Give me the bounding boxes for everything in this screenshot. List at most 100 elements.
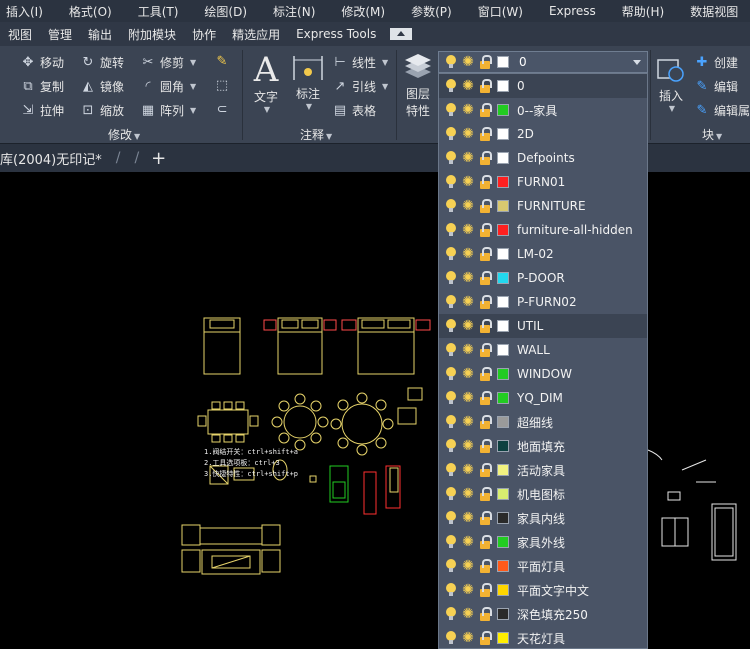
layer-row[interactable]: ✺ furniture-all-hidden — [439, 218, 647, 242]
color-swatch[interactable] — [497, 128, 509, 140]
layer-row[interactable]: ✺ YQ_DIM — [439, 386, 647, 410]
color-swatch[interactable] — [497, 224, 509, 236]
menu-item[interactable]: 格式(O) — [63, 3, 112, 20]
scale-button[interactable]: ⊡ 缩放 — [80, 102, 124, 119]
color-swatch[interactable] — [497, 512, 509, 524]
light-bulb-icon[interactable] — [445, 535, 457, 549]
light-bulb-icon[interactable] — [445, 415, 457, 429]
menu-item[interactable]: Express — [543, 4, 596, 18]
menu-item[interactable]: 数据视图 — [684, 3, 738, 20]
ribbon-tab[interactable]: 输出 — [80, 26, 120, 43]
layer-row[interactable]: ✺ 超细线 — [439, 410, 647, 434]
sun-icon[interactable]: ✺ — [461, 127, 475, 141]
table-button[interactable]: ▤ 表格 — [332, 102, 376, 119]
sun-icon[interactable]: ✺ — [461, 223, 475, 237]
rotate-button[interactable]: ↻ 旋转 — [80, 54, 124, 71]
layer-row[interactable]: ✺ 0 — [439, 74, 647, 98]
edit-block-button[interactable]: ✎ 编辑 — [694, 78, 738, 95]
layer-row[interactable]: ✺ 地面填充 — [439, 434, 647, 458]
light-bulb-icon[interactable] — [445, 79, 457, 93]
fillet-button[interactable]: ◜ 圆角 ▼ — [140, 78, 196, 95]
light-bulb-icon[interactable] — [445, 319, 457, 333]
insert-button[interactable]: 插入 ▼ — [654, 54, 688, 113]
lock-icon[interactable] — [479, 127, 492, 141]
stretch-button[interactable]: ⇲ 拉伸 — [20, 102, 64, 119]
color-swatch[interactable] — [497, 296, 509, 308]
layer-row[interactable]: ✺ 机电图标 — [439, 482, 647, 506]
lock-icon[interactable] — [479, 199, 492, 213]
sun-icon[interactable]: ✺ — [461, 247, 475, 261]
lock-icon[interactable] — [479, 415, 492, 429]
layer-row[interactable]: ✺ P-DOOR — [439, 266, 647, 290]
lock-icon[interactable] — [479, 487, 492, 501]
color-swatch[interactable] — [497, 632, 509, 644]
color-swatch[interactable] — [497, 440, 509, 452]
sun-icon[interactable]: ✺ — [461, 631, 475, 645]
color-swatch[interactable] — [497, 176, 509, 188]
color-swatch[interactable] — [497, 608, 509, 620]
layer-row[interactable]: ✺ 平面文字中文 — [439, 578, 647, 602]
color-swatch[interactable] — [497, 392, 509, 404]
light-bulb-icon[interactable] — [445, 487, 457, 501]
menu-item[interactable]: 插入(I) — [0, 3, 43, 20]
trim-button[interactable]: ✂ 修剪 ▼ — [140, 54, 197, 71]
lock-icon[interactable] — [479, 535, 492, 549]
color-swatch[interactable] — [497, 560, 509, 572]
layer-row[interactable]: ✺ 0--家具 — [439, 98, 647, 122]
layer-row[interactable]: ✺ LM-02 — [439, 242, 647, 266]
document-tab[interactable]: 库(2004)无印记* — [0, 149, 102, 168]
color-swatch[interactable] — [497, 272, 509, 284]
offset-button[interactable]: ⊂ — [214, 102, 230, 118]
layer-list[interactable]: ✺ 0 ✺ 0--家具 ✺ 2D ✺ Defpoints ✺ FURN01 ✺ FURNITURE ✺ f… — [438, 73, 648, 649]
sun-icon[interactable]: ✺ — [461, 607, 475, 621]
sun-icon[interactable]: ✺ — [461, 271, 475, 285]
menu-item[interactable]: 绘图(D) — [198, 3, 247, 20]
light-bulb-icon[interactable] — [445, 151, 457, 165]
light-bulb-icon[interactable] — [445, 607, 457, 621]
block-panel-title[interactable]: 块 ▼ — [702, 126, 722, 143]
text-button[interactable]: A 文字 ▼ — [250, 52, 282, 114]
light-bulb-icon[interactable] — [445, 175, 457, 189]
ribbon-minimize-button[interactable] — [390, 28, 413, 40]
lock-icon[interactable] — [479, 319, 492, 333]
annotation-panel-title[interactable]: 注释 ▼ — [300, 126, 332, 143]
move-button[interactable]: ✥ 移动 — [20, 54, 64, 71]
layer-row[interactable]: ✺ 家具内线 — [439, 506, 647, 530]
light-bulb-icon[interactable] — [445, 247, 457, 261]
sun-icon[interactable]: ✺ — [461, 175, 475, 189]
menu-item[interactable]: 参数(P) — [405, 3, 452, 20]
layer-row[interactable]: ✺ 家具外线 — [439, 530, 647, 554]
lock-icon[interactable] — [479, 583, 492, 597]
color-swatch[interactable] — [497, 80, 509, 92]
sun-icon[interactable]: ✺ — [461, 583, 475, 597]
color-swatch[interactable] — [497, 584, 509, 596]
ribbon-tab[interactable]: 管理 — [40, 26, 80, 43]
layer-row[interactable]: ✺ 天花灯具 — [439, 626, 647, 648]
layer-row[interactable]: ✺ Defpoints — [439, 146, 647, 170]
light-bulb-icon[interactable] — [445, 439, 457, 453]
layer-row[interactable]: ✺ FURNITURE — [439, 194, 647, 218]
menu-item[interactable]: 修改(M) — [335, 3, 385, 20]
layer-row[interactable]: ✺ WALL — [439, 338, 647, 362]
light-bulb-icon[interactable] — [445, 511, 457, 525]
layer-dropdown[interactable]: ✺ 0 — [438, 51, 648, 73]
lock-icon[interactable] — [479, 439, 492, 453]
layer-row[interactable]: ✺ UTIL — [439, 314, 647, 338]
sun-icon[interactable]: ✺ — [461, 391, 475, 405]
layer-row[interactable]: ✺ P-FURN02 — [439, 290, 647, 314]
light-bulb-icon[interactable] — [445, 343, 457, 357]
lock-icon[interactable] — [479, 631, 492, 645]
color-swatch[interactable] — [497, 200, 509, 212]
light-bulb-icon[interactable] — [445, 127, 457, 141]
sun-icon[interactable]: ✺ — [461, 415, 475, 429]
menu-item[interactable]: 标注(N) — [267, 3, 315, 20]
sun-icon[interactable]: ✺ — [461, 199, 475, 213]
color-swatch[interactable] — [497, 368, 509, 380]
lock-icon[interactable] — [479, 151, 492, 165]
lock-icon[interactable] — [479, 271, 492, 285]
sun-icon[interactable]: ✺ — [461, 439, 475, 453]
layer-row[interactable]: ✺ 2D — [439, 122, 647, 146]
sun-icon[interactable]: ✺ — [461, 535, 475, 549]
light-bulb-icon[interactable] — [445, 391, 457, 405]
copy-button[interactable]: ⧉ 复制 — [20, 78, 64, 95]
